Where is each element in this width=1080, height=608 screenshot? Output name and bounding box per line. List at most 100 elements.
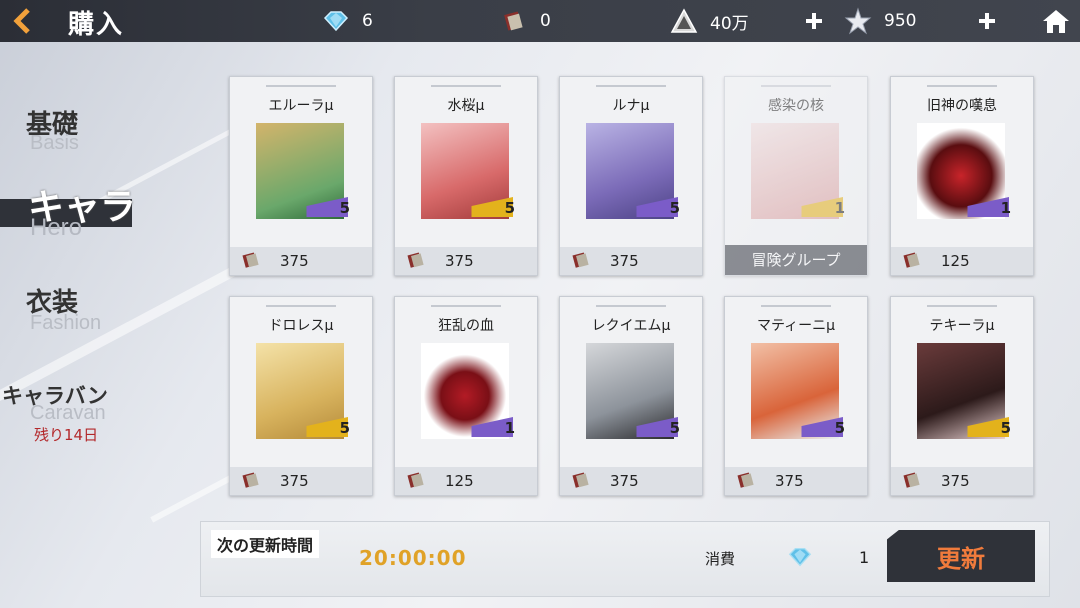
sidebar-item-caravan[interactable]: キャラバン Caravan 残り14日: [0, 378, 200, 444]
refresh-timer: 20:00:00: [359, 546, 467, 570]
card-name: エルーラμ: [268, 98, 334, 114]
star-icon: [844, 7, 872, 35]
shop-card[interactable]: 旧神の嘆息 1 125: [890, 76, 1034, 276]
card-price-row: 375: [395, 247, 537, 275]
card-price-row: 375: [891, 467, 1033, 495]
book-ticket-icon: [242, 472, 259, 488]
card-price: 125: [941, 252, 970, 270]
card-price: 375: [610, 472, 639, 490]
crystal-icon: [787, 546, 813, 570]
plus-icon: [806, 13, 822, 29]
card-divider: [431, 85, 501, 87]
sidebar-item-sublabel: Basis: [30, 132, 79, 154]
book-ticket-icon: [407, 472, 424, 488]
card-divider: [266, 85, 336, 87]
card-level: 1: [504, 419, 515, 437]
sidebar-item-label: キャラ: [28, 186, 137, 228]
crystal-counter: 6: [322, 0, 373, 42]
refresh-panel: 次の更新時間 20:00:00 消費 1 更新: [200, 521, 1050, 597]
star-counter: 950: [844, 0, 916, 42]
card-name: 狂乱の血: [438, 318, 494, 334]
card-divider: [761, 85, 831, 87]
sidebar-item-basis[interactable]: 基礎 Basis: [0, 104, 200, 156]
card-price-row: 125: [395, 467, 537, 495]
card-level: 5: [669, 199, 680, 217]
card-price-row: 375: [230, 247, 372, 275]
home-button[interactable]: [1038, 4, 1074, 38]
card-level: 5: [339, 199, 350, 217]
card-level: 5: [339, 419, 350, 437]
book-ticket-icon: [572, 472, 589, 488]
crystal-icon: [322, 7, 350, 35]
card-price: 375: [610, 252, 639, 270]
card-level: 5: [669, 419, 680, 437]
card-name: マティーニμ: [756, 318, 836, 334]
shop-card[interactable]: エルーラμ 5 375: [229, 76, 373, 276]
card-level: 5: [504, 199, 515, 217]
crystal-count: 6: [362, 11, 373, 31]
card-price: 375: [941, 472, 970, 490]
coin-count: 40万: [710, 13, 749, 34]
card-divider: [927, 305, 997, 307]
coin-counter: 40万: [670, 0, 749, 42]
card-price-row: 375: [560, 467, 702, 495]
shop-card[interactable]: 狂乱の血 1 125: [394, 296, 538, 496]
coin-triangle-icon: [670, 7, 698, 35]
card-price-row: 125: [891, 247, 1033, 275]
back-arrow-icon: [13, 8, 30, 34]
card-name: ドロレスμ: [268, 318, 334, 334]
card-name: ルナμ: [612, 98, 650, 114]
sidebar-item-sublabel: Caravan: [30, 402, 106, 424]
plus-icon: [979, 13, 995, 29]
cost-label: 消費: [705, 550, 736, 568]
shop-card[interactable]: 感染の核 1 冒険グループ: [724, 76, 868, 276]
card-price-row: 375: [725, 467, 867, 495]
next-refresh-label: 次の更新時間: [211, 530, 320, 558]
card-name: 水桜μ: [447, 98, 485, 114]
sidebar-item-fashion[interactable]: 衣装 Fashion: [0, 282, 200, 336]
add-stars-button[interactable]: [975, 9, 999, 33]
card-level: 1: [834, 199, 845, 217]
book-ticket-icon: [572, 252, 589, 268]
shop-card[interactable]: 水桜μ 5 375: [394, 76, 538, 276]
card-price-row: 375: [230, 467, 372, 495]
card-price-row: 375: [560, 247, 702, 275]
book-ticket-icon: [242, 252, 259, 268]
card-price: 375: [775, 472, 804, 490]
card-price: 375: [280, 252, 309, 270]
refresh-button[interactable]: 更新: [887, 530, 1035, 582]
star-count: 950: [884, 11, 917, 31]
shop-card[interactable]: マティーニμ 5 375: [724, 296, 868, 496]
card-level: 5: [834, 419, 845, 437]
card-divider: [761, 305, 831, 307]
book-ticket-icon: [737, 472, 754, 488]
ticket-counter: 0: [500, 0, 551, 42]
sidebar-item-sublabel: Fashion: [30, 312, 102, 334]
shop-card[interactable]: テキーラμ 5 375: [890, 296, 1034, 496]
book-ticket-icon: [903, 472, 920, 488]
card-level: 5: [1000, 419, 1011, 437]
ticket-count: 0: [540, 11, 551, 31]
shop-card[interactable]: ルナμ 5 375: [559, 76, 703, 276]
shop-card[interactable]: ドロレスμ 5 375: [229, 296, 373, 496]
card-divider: [431, 305, 501, 307]
card-name: テキーラμ: [929, 318, 995, 334]
shop-card[interactable]: レクイエムμ 5 375: [559, 296, 703, 496]
add-coins-button[interactable]: [802, 9, 826, 33]
book-ticket-icon: [500, 7, 528, 35]
card-divider: [266, 305, 336, 307]
card-divider: [596, 305, 666, 307]
caravan-remaining-days: 残り14日: [34, 426, 99, 444]
card-price: 375: [445, 252, 474, 270]
book-ticket-icon: [407, 252, 424, 268]
page-title: 購入: [68, 10, 125, 40]
card-price: 375: [280, 472, 309, 490]
sidebar-item-hero[interactable]: Hero キャラ: [0, 176, 200, 241]
card-divider: [927, 85, 997, 87]
card-name: レクイエムμ: [591, 318, 671, 334]
cost-value: 1: [859, 548, 870, 567]
card-level: 1: [1000, 199, 1011, 217]
card-price: 125: [445, 472, 474, 490]
back-button[interactable]: [6, 5, 42, 37]
card-group-tag: 冒険グループ: [725, 245, 867, 275]
